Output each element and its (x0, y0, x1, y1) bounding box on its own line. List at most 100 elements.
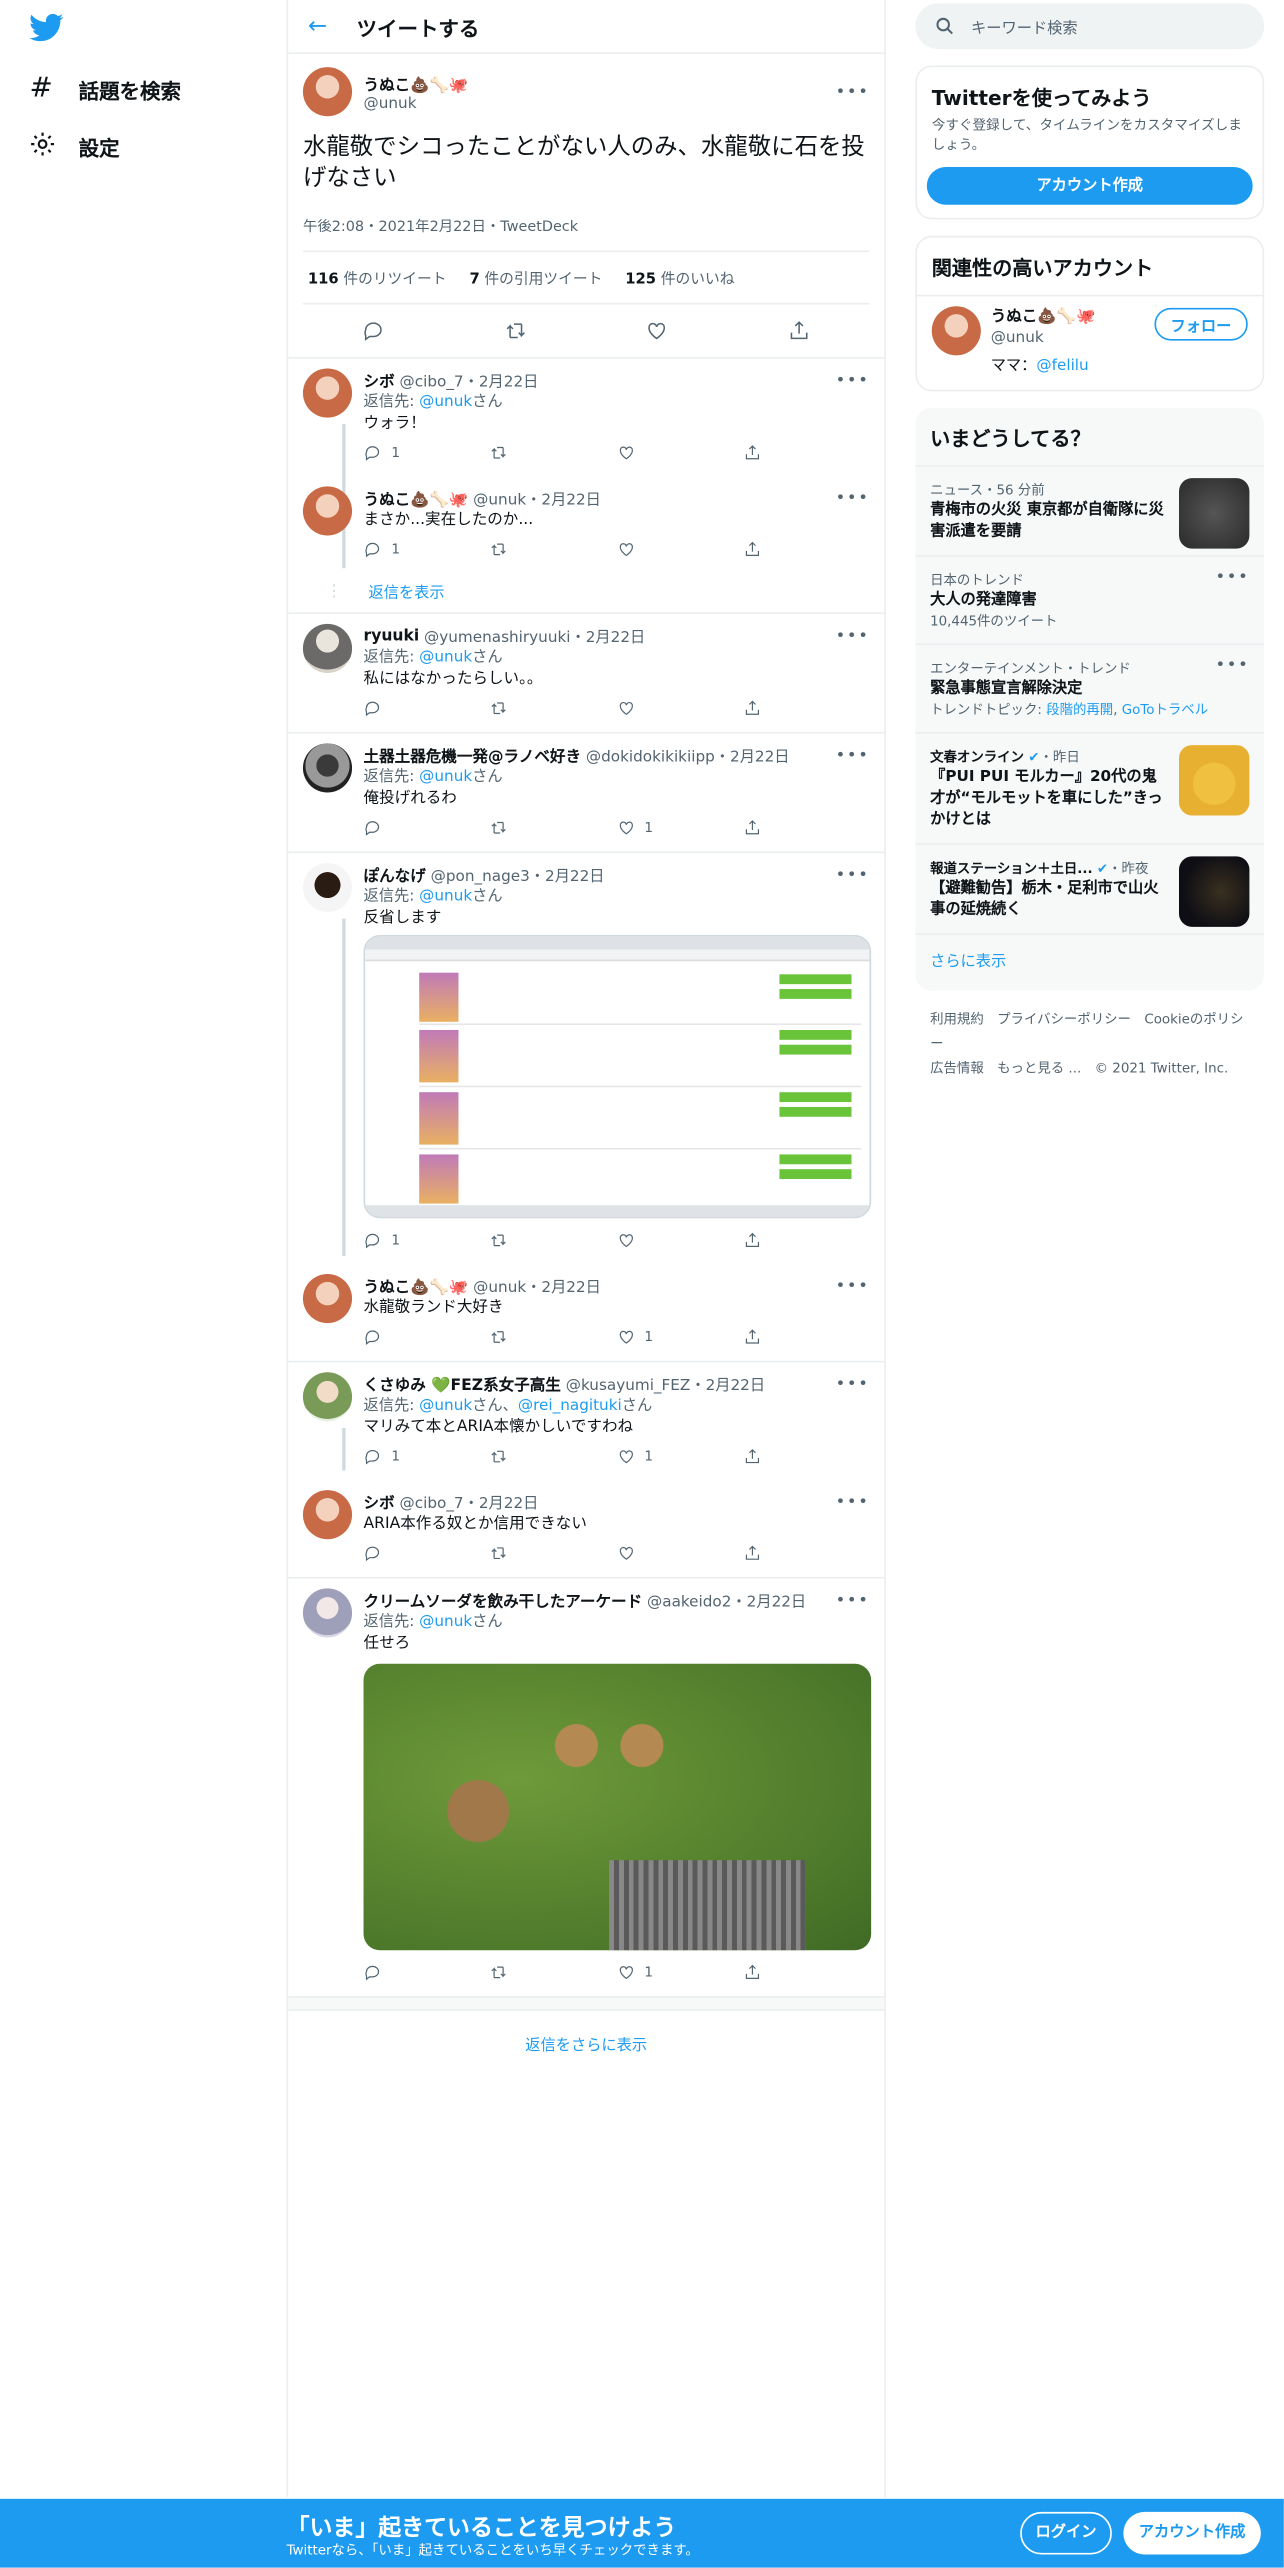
reply-action[interactable]: 1 (364, 540, 490, 558)
reply-author-name[interactable]: ryuuki (364, 626, 420, 644)
avatar[interactable] (302, 1490, 353, 1540)
more-icon[interactable]: ••• (1216, 568, 1250, 588)
twitter-logo-icon[interactable] (29, 13, 64, 49)
related-bio-link[interactable]: @felilu (1036, 357, 1088, 375)
reply-action[interactable]: 1 (364, 1231, 490, 1249)
footer-line[interactable]: 利用規約 プライバシーポリシー Cookieのポリシー (930, 1007, 1249, 1056)
reply-tweet[interactable]: ryuuki @yumenashiryuuki・2月22日 ••• 返信先: @u… (288, 614, 885, 734)
tweet-source[interactable]: TweetDeck (500, 219, 578, 235)
reply-handle[interactable]: @pon_nage3・2月22日 (431, 863, 605, 886)
retweet-stat[interactable]: 116 件のリツイート (308, 267, 447, 288)
reply-tweet[interactable]: シボ @cibo_7・2月22日 ••• ARIA本作る奴とか信用できない (288, 1480, 885, 1579)
more-icon[interactable]: ••• (836, 489, 870, 507)
like-action[interactable] (617, 540, 743, 558)
tweet-time[interactable]: 午後2:08・2021年2月22日・ (303, 219, 500, 235)
create-account-button[interactable]: アカウント作成 (926, 167, 1253, 205)
reply-handle[interactable]: @aakeido2・2月22日 (647, 1588, 806, 1611)
like-action[interactable]: 1 (617, 1327, 743, 1345)
reply-action[interactable]: 1 (364, 1447, 490, 1465)
retweet-action[interactable] (490, 1963, 616, 1981)
retweet-action[interactable] (490, 540, 616, 558)
reply-author-name[interactable]: クリームソーダを飲み干したアーケード (364, 1588, 643, 1611)
search-input[interactable]: キーワード検索 (915, 3, 1265, 50)
retweet-action[interactable] (490, 1231, 616, 1249)
avatar[interactable] (302, 862, 353, 913)
share-action[interactable] (743, 1447, 869, 1465)
trend-topic-link[interactable]: 段階的再開 (1046, 701, 1113, 717)
follow-button[interactable]: フォロー (1154, 307, 1248, 341)
reply-handle[interactable]: @unuk・2月22日 (473, 486, 601, 509)
reply-handle[interactable]: @cibo_7・2月22日 (400, 1490, 539, 1513)
more-icon[interactable]: ••• (836, 1276, 870, 1294)
login-button[interactable]: ログイン (1020, 2511, 1112, 2555)
game-screenshot-image[interactable] (363, 1663, 872, 1951)
avatar[interactable] (302, 1372, 353, 1422)
retweet-action[interactable] (490, 1543, 616, 1561)
like-action[interactable] (617, 1543, 743, 1561)
reply-action[interactable]: 1 (364, 443, 490, 461)
more-icon[interactable]: ••• (836, 1375, 870, 1393)
news-item[interactable]: 報道ステーション＋土日... ✔・昨夜 【避難勧告】栃木・足利市で山火事の延焼続… (915, 843, 1265, 933)
trend-topic-link[interactable]: GoToトラベル (1122, 701, 1208, 717)
avatar[interactable] (302, 743, 353, 793)
reply-handle[interactable]: @kusayumi_FEZ・2月22日 (566, 1372, 765, 1395)
retweet-action[interactable] (490, 443, 616, 461)
reply-to-link[interactable]: @unuk (419, 1397, 472, 1415)
reply-action[interactable] (364, 698, 490, 716)
avatar[interactable] (302, 1588, 353, 1638)
show-replies-link[interactable]: ⋮ 返信を表示 (288, 573, 885, 615)
share-action[interactable] (743, 1543, 869, 1561)
back-arrow-icon[interactable]: ← (308, 13, 327, 39)
retweet-action[interactable] (490, 698, 616, 716)
trend-item[interactable]: ニュース・56 分前 青梅市の火災 東京都が自衛隊に災害派遣を要請 (915, 465, 1265, 555)
more-icon[interactable]: ••• (836, 83, 870, 101)
reply-tweet[interactable]: クリームソーダを飲み干したアーケード @aakeido2・2月22日 ••• 返信… (288, 1579, 884, 1997)
reply-to-link[interactable]: @unuk (419, 1613, 472, 1631)
reply-tweet[interactable]: うぬこ💩🦴🐙 @unuk・2月22日 ••• 水龍敬ランド大好き 1 (288, 1264, 885, 1363)
like-stat[interactable]: 125 件のいいね (625, 267, 734, 288)
share-action[interactable] (743, 540, 869, 558)
author-name[interactable]: うぬこ💩🦴🐙 (364, 71, 469, 94)
reply-to-link[interactable]: @unuk (419, 393, 472, 411)
reply-to-link[interactable]: @rei_nagituki (518, 1397, 622, 1415)
reply-tweet[interactable]: くさゆみ 💚FEZ系女子高生 @kusayumi_FEZ・2月22日 ••• 返信… (288, 1362, 884, 1480)
reply-icon[interactable] (362, 319, 385, 342)
reply-action[interactable] (364, 1963, 490, 1981)
more-icon[interactable]: ••• (836, 865, 870, 883)
reply-handle[interactable]: @cibo_7・2月22日 (400, 368, 539, 391)
reply-tweet[interactable]: シボ @cibo_7・2月22日 ••• 返信先: @unukさん ウォラ！ 1 (288, 359, 884, 477)
show-more-link[interactable]: さらに表示 (915, 933, 1265, 990)
like-action[interactable] (617, 443, 743, 461)
more-icon[interactable]: ••• (836, 1493, 870, 1511)
reply-handle[interactable]: @unuk・2月22日 (473, 1274, 601, 1297)
trend-item[interactable]: エンターテインメント・トレンド 緊急事態宣言解除決定 トレンドトピック: 段階的… (915, 643, 1265, 732)
avatar[interactable] (302, 67, 353, 117)
reply-action[interactable] (364, 1543, 490, 1561)
like-action[interactable] (617, 698, 743, 716)
share-action[interactable] (743, 1231, 869, 1249)
trend-item[interactable]: 日本のトレンド 大人の発達障害 10,445件のツイート ••• (915, 555, 1265, 643)
reply-tweet[interactable]: ぽんなげ @pon_nage3・2月22日 ••• 返信先: @unukさん 反省… (288, 853, 884, 1264)
reply-author-name[interactable]: くさゆみ 💚FEZ系女子高生 (364, 1372, 561, 1395)
retweet-icon[interactable] (504, 319, 527, 342)
footer-line[interactable]: 広告情報 もっと見る ... © 2021 Twitter, Inc. (930, 1056, 1249, 1081)
reply-author-name[interactable]: うぬこ💩🦴🐙 (364, 1274, 469, 1297)
more-icon[interactable]: ••• (836, 746, 870, 764)
like-action[interactable]: 1 (617, 818, 743, 836)
reply-action[interactable] (364, 1327, 490, 1345)
reply-tweet[interactable]: うぬこ💩🦴🐙 @unuk・2月22日 ••• まさか...実在したのか... 1 (288, 477, 884, 574)
avatar[interactable] (302, 1273, 353, 1324)
nav-settings[interactable]: 設定 (29, 131, 120, 162)
share-action[interactable] (743, 818, 869, 836)
more-icon[interactable]: ••• (836, 371, 870, 389)
reply-author-name[interactable]: シボ (364, 1490, 395, 1513)
related-account[interactable]: うぬこ💩🦴🐙 @unuk ママ：@felilu フォロー (917, 296, 1263, 389)
share-action[interactable] (743, 698, 869, 716)
reply-to-link[interactable]: @unuk (419, 888, 472, 906)
avatar[interactable] (302, 486, 353, 536)
more-icon[interactable]: ••• (1216, 657, 1250, 677)
share-icon[interactable] (787, 319, 810, 342)
reply-handle[interactable]: @dokidokikikiipp・2月22日 (586, 743, 790, 766)
retweet-action[interactable] (490, 1447, 616, 1465)
reply-author-name[interactable]: ぽんなげ (364, 863, 426, 886)
